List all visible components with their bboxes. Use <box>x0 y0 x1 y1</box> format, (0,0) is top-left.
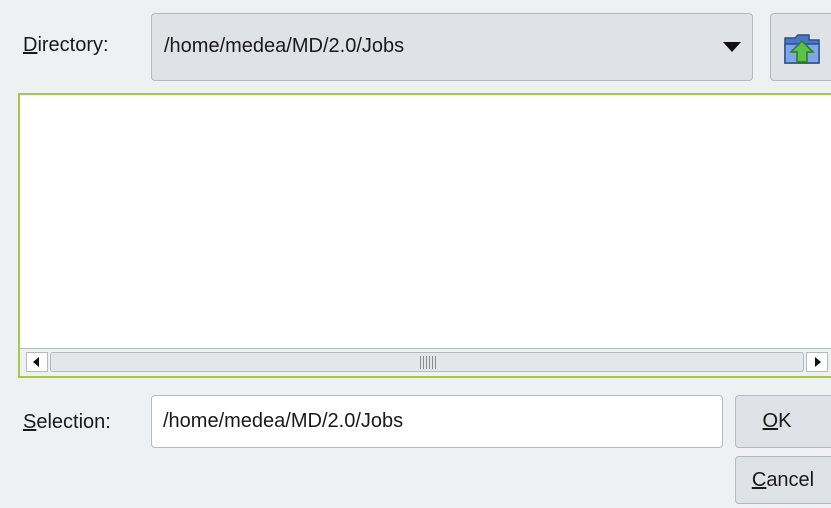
directory-value: /home/medea/MD/2.0/Jobs <box>164 35 405 57</box>
cancel-button[interactable]: Cancel <box>735 456 831 504</box>
chevron-down-icon[interactable] <box>723 42 741 52</box>
scroll-right-arrow-icon[interactable] <box>806 352 828 372</box>
scroll-left-arrow-icon[interactable] <box>26 352 48 372</box>
directory-label: Directory: <box>23 34 109 56</box>
selection-input[interactable] <box>151 395 723 448</box>
ok-button[interactable]: OK <box>735 395 831 448</box>
file-dialog: Directory: /home/medea/MD/2.0/Jobs Selec… <box>0 0 831 508</box>
horizontal-scrollbar[interactable] <box>20 348 831 376</box>
scrollbar-thumb[interactable] <box>50 352 804 372</box>
file-listbox[interactable] <box>18 93 831 378</box>
parent-directory-button[interactable] <box>770 13 831 81</box>
directory-combobox[interactable]: /home/medea/MD/2.0/Jobs <box>151 13 753 81</box>
grip-icon <box>420 356 436 369</box>
folder-up-icon <box>784 34 820 64</box>
selection-label: Selection: <box>23 411 111 433</box>
